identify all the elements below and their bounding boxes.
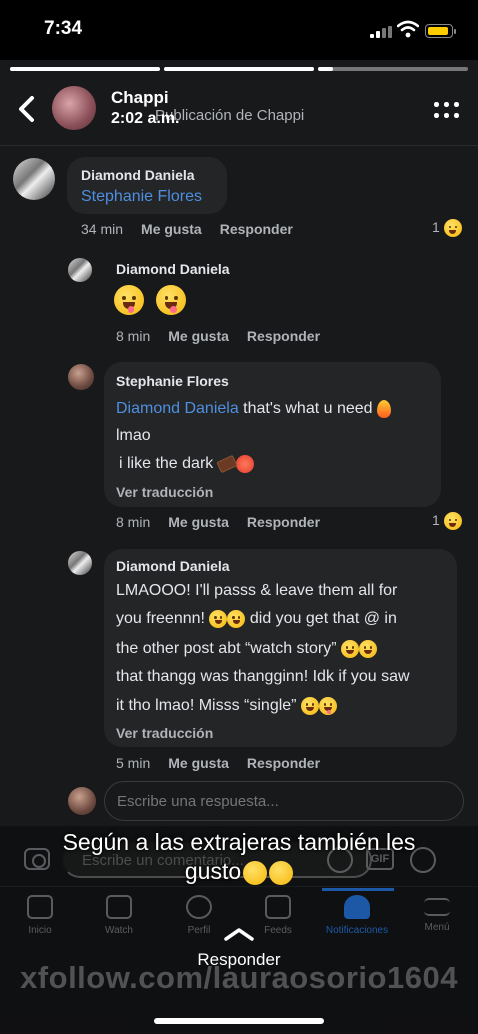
home-indicator[interactable] [154, 1018, 324, 1024]
comment-age: 8 min [116, 514, 151, 530]
comment-text-line: you freennn! did you get that @ in [116, 610, 397, 628]
comment-actions: 34 min Me gusta Responder [81, 221, 311, 237]
tongue-out-emoji [318, 697, 337, 715]
comment-actions: 8 min Me gusta Responder [116, 514, 338, 530]
comment-text-line: i like the dark [119, 454, 254, 474]
reply-input[interactable] [104, 781, 464, 821]
see-translation-link[interactable]: Ver traducción [116, 725, 213, 741]
commenter-avatar[interactable] [68, 364, 94, 390]
fire-emoji [377, 400, 391, 418]
reply-button[interactable]: Responder [247, 514, 320, 530]
laughing-emoji [443, 512, 462, 531]
story-time: 2:02 a.m. [111, 110, 180, 127]
chevron-up-icon[interactable] [223, 926, 255, 942]
comment-emoji-row [114, 285, 187, 315]
like-button[interactable]: Me gusta [168, 514, 229, 530]
caption-line: gusto [0, 857, 478, 886]
story-progress [10, 67, 468, 71]
current-user-avatar [68, 787, 96, 815]
tears-of-joy-emoji [209, 610, 228, 628]
comment-text-line: Diamond Daniela that's what u need [116, 400, 391, 418]
comment-age: 34 min [81, 221, 124, 237]
clock: 7:34 [44, 18, 83, 39]
commenter-avatar[interactable] [68, 551, 92, 575]
story-viewer: 7:34 Publicación de Chappi Chappi 2:02 a… [0, 0, 478, 1034]
comment-age: 8 min [116, 328, 151, 344]
signal-icon [370, 26, 392, 38]
comment-text: that's what u need [238, 400, 373, 418]
battery-icon [425, 24, 456, 38]
comment-author[interactable]: Diamond Daniela [116, 261, 230, 277]
smirk-emoji [300, 697, 319, 715]
comment-text-line: lmao [116, 427, 151, 444]
like-button[interactable]: Me gusta [168, 755, 229, 771]
reply-button[interactable]: Responder [220, 221, 293, 237]
status-bar: 7:34 [0, 0, 478, 60]
wifi-icon [397, 20, 419, 38]
tears-of-joy-emoji [359, 640, 377, 658]
comment-text: the other post abt “watch story” [116, 640, 337, 658]
reaction-count: 1 [432, 512, 440, 528]
comment-mention[interactable]: Diamond Daniela [116, 400, 239, 417]
tears-of-joy-emoji [341, 640, 359, 658]
more-options-icon[interactable] [434, 100, 460, 120]
story-author-name[interactable]: Chappi [111, 88, 169, 108]
story-progress-segment [318, 67, 468, 71]
reaction-summary[interactable]: 1 [432, 219, 462, 238]
rofl-emoji [269, 860, 294, 885]
weary-face-emoji [243, 860, 268, 885]
reaction-count: 1 [432, 219, 440, 235]
caption-line: Según a las extrajeras también les [62, 829, 416, 855]
commenter-avatar[interactable] [68, 258, 92, 282]
story-progress-segment [164, 67, 314, 71]
watermark: xfollow.com/lauraosorio1604 [20, 960, 458, 995]
comment-text: i like the dark [119, 455, 214, 473]
comment-text-line: the other post abt “watch story” [116, 640, 377, 658]
comment-text-line: that thangg was thangginn! Idk if you sa… [116, 668, 410, 685]
comment-actions: 8 min Me gusta Responder [116, 328, 338, 344]
reaction-summary[interactable]: 1 [432, 512, 462, 531]
comment-author[interactable]: Diamond Daniela [116, 558, 230, 574]
comment-text-line: LMAOOO! I'll passs & leave them all for [116, 582, 398, 599]
story-progress-segment [10, 67, 160, 71]
chocolate-emoji [216, 454, 238, 474]
like-button[interactable]: Me gusta [168, 328, 229, 344]
comment-author[interactable]: Stephanie Flores [116, 373, 229, 389]
commenter-avatar[interactable] [13, 158, 55, 200]
reply-button[interactable]: Responder [247, 328, 320, 344]
hot-face-emoji [235, 455, 254, 473]
comment-mention[interactable]: Stephanie Flores [81, 188, 202, 206]
like-button[interactable]: Me gusta [141, 221, 202, 237]
tears-of-joy-emoji [227, 610, 246, 628]
zany-face-emoji [114, 285, 144, 315]
comment-author[interactable]: Diamond Daniela [81, 167, 195, 183]
story-caption: Según a las extrajeras también les gusto [0, 828, 478, 886]
comment-text: did you get that @ in [249, 610, 397, 628]
laughing-emoji [443, 219, 462, 238]
comment-text-line: it tho lmao! Misss “single” [116, 697, 337, 715]
comment-age: 5 min [116, 755, 151, 771]
back-arrow-icon[interactable] [14, 94, 42, 124]
comment-text: you freennn! [116, 610, 205, 628]
comment-actions: 5 min Me gusta Responder [116, 755, 338, 771]
reply-button[interactable]: Responder [247, 755, 320, 771]
zany-face-emoji [156, 285, 187, 315]
caption-text: gusto [184, 858, 242, 884]
comment-text: it tho lmao! Misss “single” [116, 697, 297, 715]
see-translation-link[interactable]: Ver traducción [116, 484, 213, 500]
story-author-avatar[interactable] [52, 86, 96, 130]
